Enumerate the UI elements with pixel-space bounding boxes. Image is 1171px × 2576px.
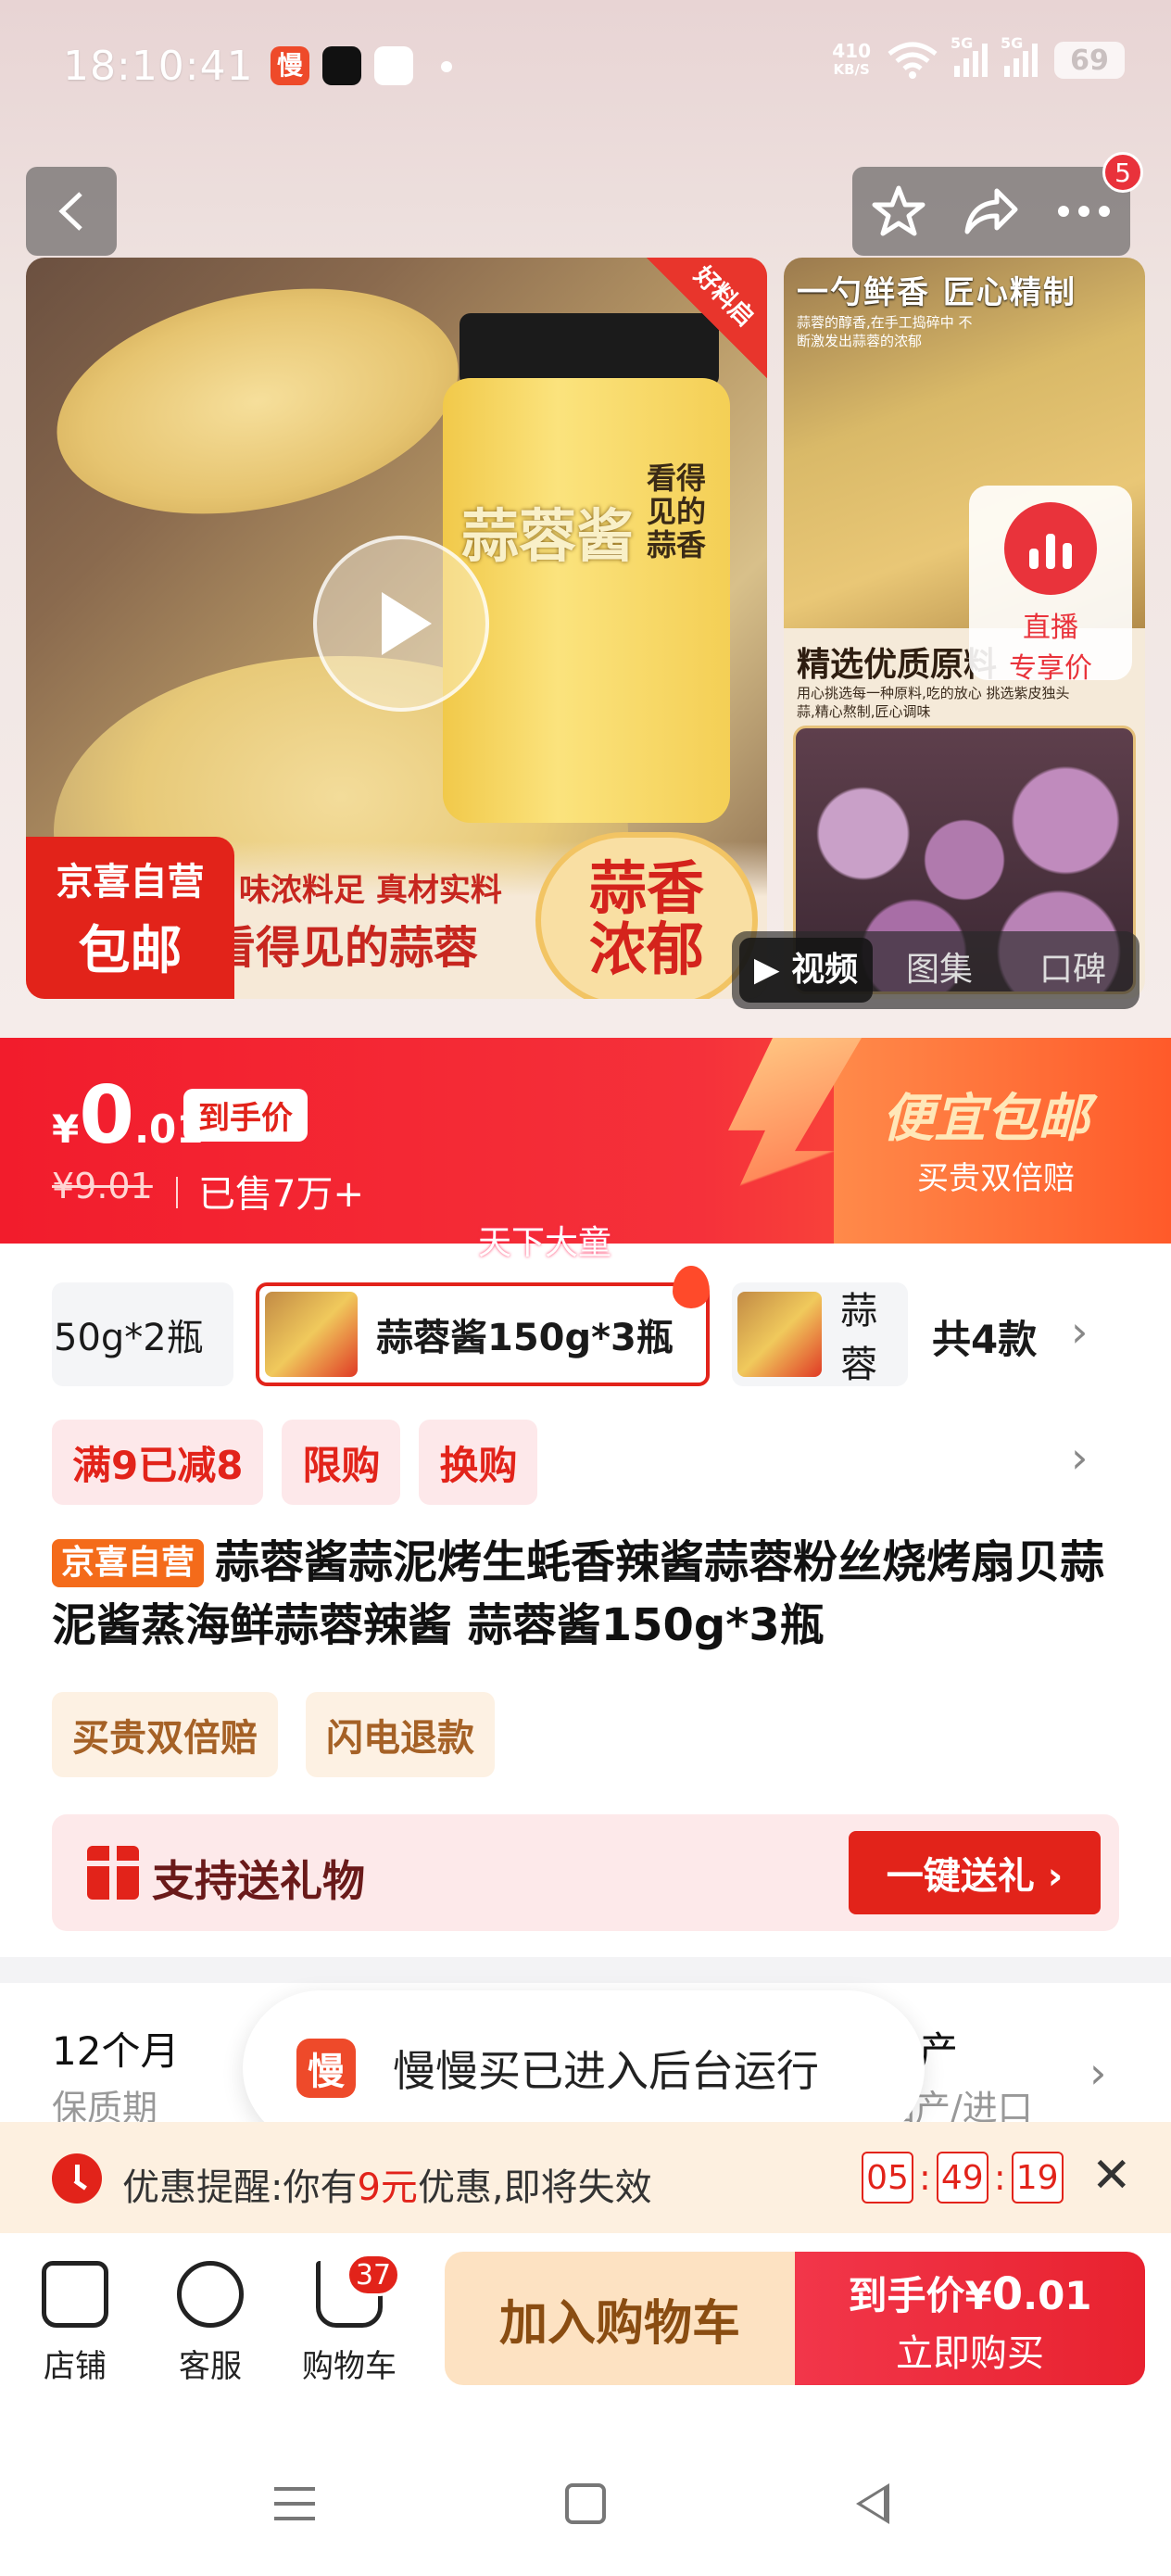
home-icon[interactable] — [565, 2483, 606, 2524]
countdown-seconds: 19 — [1011, 2152, 1064, 2203]
jar-image: 蒜蓉酱 看得见的蒜香 — [434, 313, 739, 832]
chevron-right-icon[interactable]: › — [1089, 2048, 1106, 2098]
aroma-seal: 蒜香 浓郁 — [535, 832, 758, 999]
more-icon[interactable] — [1056, 204, 1112, 219]
live-icon — [1004, 502, 1097, 595]
service-tag: 买贵双倍赔 — [52, 1692, 278, 1777]
product-title: 京喜自营 蒜蓉酱蒜泥烤生蚝香辣酱蒜蓉粉丝烧烤扇贝蒜泥酱蒸海鲜蒜蓉辣酱 蒜蓉酱150… — [52, 1536, 1105, 1651]
play-icon — [382, 592, 432, 655]
photo-slogan-1: 味浓料足 真材实料 — [239, 872, 502, 909]
sku-thumbnail — [737, 1292, 823, 1377]
manmanmai-icon: 慢 — [296, 2039, 356, 2098]
poizon-app-icon — [374, 46, 413, 85]
side-photo-title: 一勺鲜香 匠心精制 — [797, 274, 1077, 311]
side-photo-subcaption: 用心挑选每一种原料,吃的放心 挑选紫皮独头蒜,精心熬制,匠心调味 — [797, 685, 1070, 720]
free-shipping-label: 便宜包邮 — [882, 1089, 1089, 1149]
customer-service-button[interactable]: 客服 — [159, 2261, 261, 2386]
back-triangle-icon[interactable] — [856, 2483, 889, 2524]
sku-option[interactable]: 蒜蓉 — [732, 1282, 908, 1386]
chevron-left-icon — [58, 192, 82, 231]
toast-message: 慢慢买已进入后台运行 — [393, 2046, 819, 2096]
chevron-right-icon[interactable]: › — [1071, 1433, 1088, 1483]
promo-tag[interactable]: 换购 — [419, 1420, 538, 1505]
play-video-button[interactable] — [313, 536, 489, 712]
sold-count: 已售7万+ — [198, 1173, 364, 1216]
top-action-group: 5 — [852, 152, 1143, 256]
tab-video[interactable]: ▶ 视频 — [739, 938, 873, 1003]
notification-dot — [441, 61, 452, 72]
gift-icon — [87, 1846, 139, 1900]
chat-icon — [177, 2261, 244, 2328]
cart-count-badge: 37 — [346, 2254, 400, 2296]
clock-icon — [52, 2153, 102, 2203]
sku-selector: 50g*2瓶 蒜蓉酱150g*3瓶 蒜蓉 共4款 › — [52, 1266, 1141, 1386]
share-icon[interactable] — [963, 187, 1019, 235]
original-price: ¥9.01 — [52, 1166, 153, 1206]
tab-reviews[interactable]: 口碑 — [1006, 938, 1140, 1003]
back-button[interactable] — [26, 167, 117, 256]
status-time: 18:10:41 — [63, 43, 254, 90]
add-to-cart-button[interactable]: 加入购物车 — [445, 2252, 795, 2385]
service-tags: 买贵双倍赔 闪电退款 — [52, 1692, 495, 1777]
cart-button[interactable]: 购物车 37 — [298, 2254, 400, 2386]
sku-option[interactable]: 50g*2瓶 — [52, 1282, 233, 1386]
send-gift-button[interactable]: 一键送礼 › — [849, 1831, 1101, 1914]
promo-tag[interactable]: 限购 — [282, 1420, 401, 1505]
status-indicators: 410 KB/S 5G 5G 69 — [832, 34, 1125, 80]
side-photo-subtitle: 精选优质原料 — [797, 645, 998, 684]
manmanmai-app-icon: 慢 — [271, 46, 309, 85]
tab-gallery[interactable]: 图集 — [873, 938, 1006, 1003]
price-banner: ¥0.01 到手价 ¥9.01 已售7万+ 便宜包邮 买贵双倍赔 — [0, 1038, 1171, 1244]
sku-count[interactable]: 共4款 — [932, 1308, 1037, 1365]
buy-now-button[interactable]: 到手价¥0.01 立即购买 — [795, 2252, 1145, 2385]
media-tabs: ▶ 视频 图集 口碑 — [732, 931, 1140, 1009]
wifi-icon — [888, 42, 938, 79]
signal-icon: 5G — [951, 34, 988, 77]
system-navigation-bar — [0, 2409, 1171, 2576]
reminder-text: 优惠提醒:你有9元优惠,即将失效 — [122, 2166, 652, 2209]
divider — [176, 1177, 178, 1208]
gift-label: 支持送礼物 — [152, 1856, 365, 1906]
tiktok-app-icon — [322, 46, 361, 85]
sku-option-selected[interactable]: 蒜蓉酱150g*3瓶 — [256, 1282, 710, 1386]
status-bar: 18:10:41 慢 410 KB/S 5G 5G 69 — [0, 0, 1171, 130]
gift-banner: 支持送礼物 一键送礼 › — [52, 1814, 1119, 1931]
countdown-minutes: 49 — [936, 2152, 988, 2203]
star-icon[interactable] — [871, 184, 926, 238]
spoon-image — [35, 258, 480, 549]
network-speed: 410 KB/S — [832, 40, 871, 78]
jar-label: 蒜蓉酱 — [461, 502, 635, 570]
jd-badge: 京喜自营 — [52, 1539, 205, 1587]
price-guarantee-label: 买贵双倍赔 — [917, 1160, 1075, 1197]
service-tag: 闪电退款 — [306, 1692, 495, 1777]
photo-slogan-2: 看得见的蒜蓉 — [211, 922, 479, 974]
sku-thumbnail — [265, 1292, 358, 1377]
shelf-life-value: 12个月 — [52, 2028, 180, 2074]
final-price-tag: 到手价 — [183, 1089, 308, 1142]
live-stream-button[interactable]: 直播 专享价 — [969, 486, 1132, 685]
battery-indicator: 69 — [1054, 42, 1125, 79]
main-product-image[interactable]: 蒜蓉酱 看得见的蒜香 好料启 味浓料足 真材实料 看得见的蒜蓉 京喜自营 包邮 … — [26, 258, 767, 999]
jd-self-operated-badge: 京喜自营 包邮 — [26, 837, 234, 999]
chevron-right-icon[interactable]: › — [1071, 1307, 1088, 1357]
signal-icon-2: 5G — [1001, 34, 1038, 77]
countdown-timer: 05 : 49 : 19 — [862, 2152, 1064, 2203]
brand-corner-tag: 好料启 — [647, 258, 767, 378]
message-badge: 5 — [1102, 152, 1143, 193]
promotion-tags[interactable]: 满9已减8 限购 换购 — [52, 1420, 538, 1505]
shop-icon — [42, 2261, 108, 2328]
jar-side-label: 看得见的蒜香 — [647, 461, 707, 562]
hot-flame-icon — [673, 1266, 710, 1308]
countdown-hours: 05 — [862, 2152, 913, 2203]
promo-tag[interactable]: 满9已减8 — [52, 1420, 264, 1505]
shop-button[interactable]: 店铺 — [24, 2261, 126, 2386]
side-photo-caption: 蒜蓉的醇香,在手工捣碎中 不断激发出蒜蓉的浓郁 — [797, 314, 973, 349]
product-gallery: 18:10:41 慢 410 KB/S 5G 5G 69 5 蒜蓉酱 看得见的蒜… — [0, 0, 1171, 1038]
coupon-reminder[interactable]: 优惠提醒:你有9元优惠,即将失效 05 : 49 : 19 ✕ — [0, 2122, 1171, 2233]
menu-icon[interactable] — [274, 2487, 315, 2520]
current-price: ¥0.01 — [52, 1069, 204, 1162]
brand-watermark: 天下大童 — [478, 1224, 612, 1262]
close-icon[interactable]: ✕ — [1091, 2148, 1132, 2203]
